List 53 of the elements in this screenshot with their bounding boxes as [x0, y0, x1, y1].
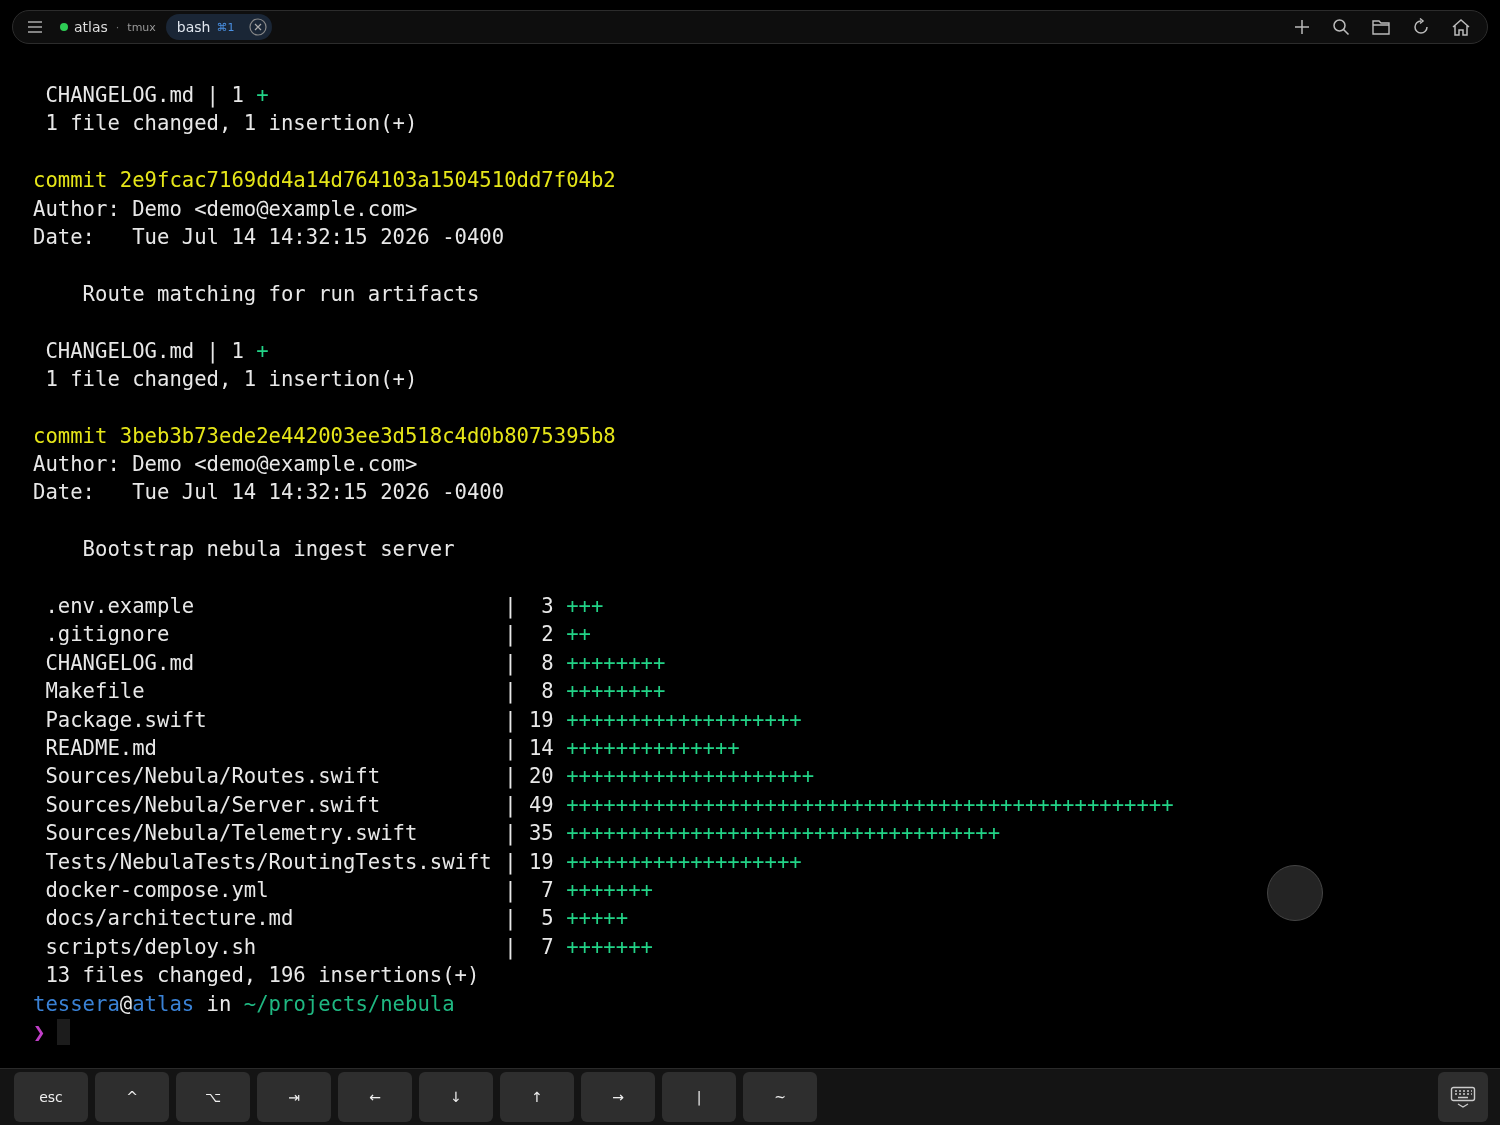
terminal-line: Sources/Nebula/Routes.swift | 20 ++++++++++++++++++++: [44, 763, 815, 791]
key-button[interactable]: ↑: [500, 1072, 574, 1122]
terminal-line: Author: Demo <demo@example.com>: [33, 451, 418, 479]
close-icon[interactable]: [248, 18, 267, 36]
terminal-line: Package.swift | 19 +++++++++++++++++++: [44, 706, 802, 734]
key-button[interactable]: →: [581, 1072, 655, 1122]
terminal-line: docs/architecture.md | 5 +++++: [44, 905, 629, 933]
separator: ·: [115, 20, 120, 34]
cursor: [57, 1019, 71, 1046]
terminal-line: 13 files changed, 196 insertions(+): [44, 962, 480, 990]
key-button[interactable]: ⇥: [257, 1072, 331, 1122]
terminal-line: Sources/Nebula/Server.swift | 49 +++++++++++++++++++++++++++++++++++++++++++++++++: [44, 791, 1174, 820]
terminal-line: Tests/NebulaTests/RoutingTests.swift | 19 +++++++++++++++++++: [44, 848, 802, 876]
status-dot: [60, 23, 68, 31]
key-button[interactable]: ↓: [419, 1072, 493, 1122]
terminal-line: README.md | 14 ++++++++++++++: [44, 735, 740, 763]
plus-icon[interactable]: [1293, 18, 1311, 36]
terminal-line: CHANGELOG.md | 1 +: [44, 82, 269, 110]
terminal-line: .gitignore | 2 ++: [44, 621, 591, 649]
terminal-line: Bootstrap nebula ingest server: [81, 536, 455, 564]
terminal-line: 1 file changed, 1 insertion(+): [44, 110, 418, 138]
key-button[interactable]: ~: [743, 1072, 817, 1122]
menu-icon[interactable]: [27, 21, 43, 33]
keyboard-icon: [1450, 1086, 1476, 1108]
key-button[interactable]: ^: [95, 1072, 169, 1122]
terminal-line: Makefile | 8 ++++++++: [44, 678, 666, 706]
prompt-symbol: ❯: [33, 1018, 46, 1046]
key-button[interactable]: ⌥: [176, 1072, 250, 1122]
key-button[interactable]: esc: [14, 1072, 88, 1122]
folder-icon[interactable]: [1371, 18, 1391, 36]
terminal-line: docker-compose.yml | 7 +++++++: [44, 876, 653, 905]
tab[interactable]: bash ⌘1: [165, 14, 272, 40]
terminal-line: commit 3beb3b73ede2e442003ee3d518c4d0b8075395b8: [33, 422, 616, 450]
terminal-line: Sources/Nebula/Telemetry.swift | 35 +++++++++++++++++++++++++++++++++++: [44, 820, 1001, 848]
terminal-line: CHANGELOG.md | 1 +: [44, 337, 269, 365]
terminal-line: scripts/deploy.sh | 7 +++++++: [44, 933, 653, 962]
terminal-line: Author: Demo <demo@example.com>: [33, 195, 418, 223]
host-name: atlas: [74, 19, 108, 35]
search-icon[interactable]: [1332, 18, 1350, 36]
session-name: tmux: [127, 20, 156, 34]
terminal-line: commit 2e9fcac7169dd4a14d764103a1504510dd7f04b2: [33, 167, 616, 195]
terminal-line: Date: Tue Jul 14 14:32:15 2026 -0400: [33, 223, 505, 251]
key-button[interactable]: |: [662, 1072, 736, 1122]
terminal-line: 1 file changed, 1 insertion(+): [44, 365, 418, 393]
terminal-line: Date: Tue Jul 14 14:32:15 2026 -0400: [33, 479, 505, 507]
refresh-icon[interactable]: [1412, 18, 1430, 36]
terminal-line: tessera@atlas in ~/projects/nebula: [33, 990, 455, 1018]
terminal-line: .env.example | 3 +++: [44, 593, 604, 621]
keyboard-button[interactable]: [1438, 1072, 1488, 1122]
home-icon[interactable]: [1451, 18, 1471, 36]
terminal-line: Route matching for run artifacts: [81, 280, 480, 308]
key-button[interactable]: ←: [338, 1072, 412, 1122]
terminal-line: CHANGELOG.md | 8 ++++++++: [44, 649, 666, 678]
